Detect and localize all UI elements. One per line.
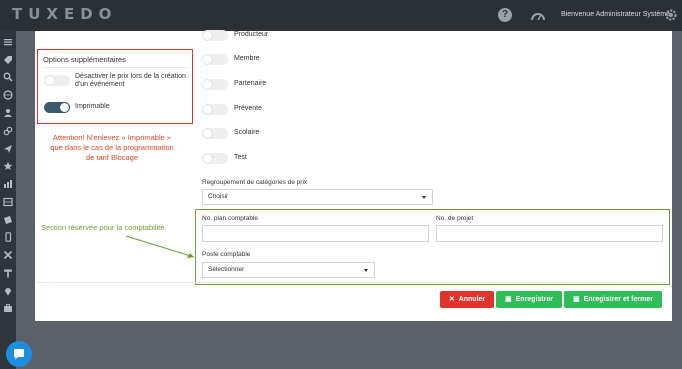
scolaire-label: Scolaire <box>234 129 260 136</box>
membre-toggle[interactable] <box>202 54 228 65</box>
accounting-note: Section réservée pour la comptabilité <box>41 223 165 232</box>
map-pin-icon[interactable] <box>3 286 13 296</box>
link-icon[interactable] <box>3 126 13 136</box>
save-close-label: Enregistrer et fermer <box>583 296 653 303</box>
disable-price-toggle[interactable] <box>44 75 70 86</box>
chart-icon[interactable] <box>3 179 13 189</box>
price-group-select[interactable]: Choisir <box>202 189 433 205</box>
star-icon[interactable] <box>3 161 13 171</box>
price-group-label: Regroupement de catégories de prix <box>202 179 308 186</box>
price-group-value: Choisir <box>208 193 229 200</box>
post-select[interactable]: Sélectionner <box>202 262 375 278</box>
partenaire-toggle[interactable] <box>202 79 228 90</box>
options-title: Options supplémentaires <box>43 55 126 64</box>
tools-icon[interactable] <box>3 250 13 260</box>
save-label: Enregistrer <box>515 296 553 303</box>
menu-icon[interactable] <box>3 37 13 47</box>
help-icon[interactable]: ? <box>498 8 512 22</box>
producteur-label: Producteur <box>234 31 269 38</box>
cancel-label: Annuler <box>458 296 486 303</box>
partenaire-label: Partenaire <box>234 80 267 87</box>
membre-label: Membre <box>234 55 260 62</box>
top-bar: TUXEDO ? Bienvenue Administrateur Systèm… <box>0 0 682 31</box>
chat-icon <box>14 349 24 360</box>
globe-icon[interactable] <box>3 90 13 100</box>
printable-toggle[interactable] <box>44 102 70 113</box>
send-icon[interactable] <box>3 144 13 154</box>
save-button[interactable]: ▣ Enregistrer <box>496 291 562 308</box>
welcome-user-menu[interactable]: Bienvenue Administrateur Système <box>561 11 670 18</box>
save-and-close-button[interactable]: ▣ Enregistrer et fermer <box>564 291 662 308</box>
gear-icon[interactable] <box>664 8 678 22</box>
briefcase-icon[interactable] <box>3 303 13 313</box>
printable-label: Imprimable <box>75 103 110 110</box>
test-toggle[interactable] <box>202 153 228 164</box>
save-icon: ▣ <box>505 296 512 303</box>
prevente-toggle[interactable] <box>202 104 228 115</box>
disable-price-label: Désactiver le prix lors de la création d… <box>75 73 186 88</box>
divider <box>37 282 667 283</box>
options-section: Options supplémentaires Désactiver le pr… <box>37 49 193 124</box>
app-logo[interactable]: TUXEDO <box>12 5 117 23</box>
gauge-icon[interactable] <box>530 8 546 22</box>
ticket-icon[interactable] <box>3 215 13 225</box>
test-label: Test <box>234 154 247 161</box>
search-icon[interactable] <box>3 72 13 82</box>
post-value: Sélectionner <box>208 266 245 273</box>
prevente-label: Prévente <box>234 105 263 112</box>
hammer-icon[interactable] <box>3 268 13 278</box>
post-label: Poste comptable <box>202 251 251 258</box>
mobile-icon[interactable] <box>3 232 13 242</box>
chat-widget-button[interactable] <box>6 341 32 367</box>
save-icon: ▣ <box>573 296 580 303</box>
project-label: No. de projet <box>436 215 474 222</box>
producteur-toggle[interactable] <box>202 30 228 41</box>
tag-icon[interactable] <box>3 55 13 65</box>
close-icon: ✕ <box>448 296 455 303</box>
chevron-down-icon <box>422 196 426 199</box>
scolaire-toggle[interactable] <box>202 128 228 139</box>
plan-input[interactable] <box>202 225 429 242</box>
arrow-icon <box>125 235 195 258</box>
divider <box>43 67 189 68</box>
attention-note: Attention! N'enlevez « Imprimable » que … <box>50 133 174 162</box>
cancel-button[interactable]: ✕ Annuler <box>440 291 494 308</box>
users-icon[interactable] <box>3 108 13 118</box>
plan-label: No. plan comptable <box>202 215 259 222</box>
project-input[interactable] <box>436 225 663 242</box>
chevron-down-icon <box>364 269 368 272</box>
sidebar <box>0 31 16 369</box>
table-icon[interactable] <box>3 197 13 207</box>
